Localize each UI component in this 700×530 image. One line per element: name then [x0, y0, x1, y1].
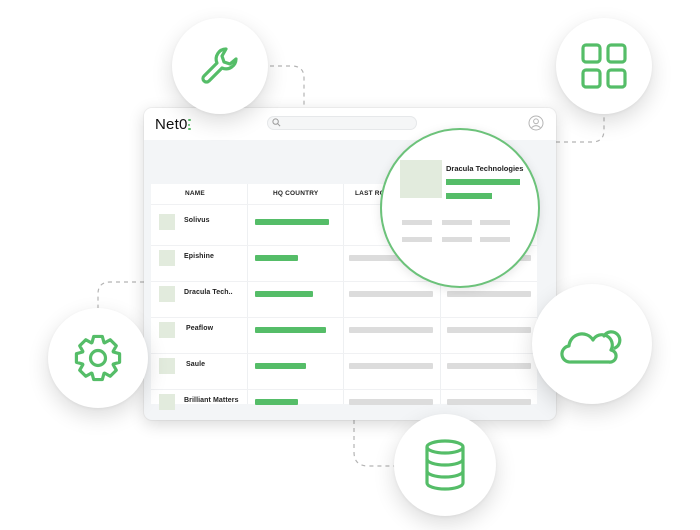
placeholder-bar [349, 327, 433, 333]
company-logo-placeholder [159, 358, 175, 374]
database-circle[interactable] [394, 414, 496, 516]
cloud-icon [560, 330, 622, 364]
hq-country-bar [255, 327, 326, 333]
column-header-hq-country[interactable]: HQ COUNTRY [273, 190, 318, 197]
company-name[interactable]: Brilliant Matters [184, 397, 239, 404]
company-logo-placeholder [159, 322, 175, 338]
search-icon [272, 118, 281, 127]
placeholder-bar [349, 363, 433, 369]
magnified-gray-bar [442, 237, 472, 242]
placeholder-bar [447, 363, 531, 369]
user-icon[interactable] [528, 115, 544, 131]
hq-country-bar [255, 399, 298, 405]
company-logo-placeholder [159, 394, 175, 410]
table-row[interactable]: Brilliant Matters [151, 390, 537, 420]
magnifier-callout: Dracula Technologies [380, 128, 540, 288]
placeholder-bar [447, 291, 531, 297]
company-name[interactable]: Saule [186, 361, 205, 368]
company-logo-placeholder [159, 286, 175, 302]
magnified-green-bar [446, 193, 492, 199]
hq-country-bar [255, 219, 329, 225]
placeholder-bar [349, 291, 433, 297]
table-row[interactable]: Saule [151, 354, 537, 390]
settings-circle[interactable] [48, 308, 148, 408]
company-name[interactable]: Epishine [184, 253, 214, 260]
gear-icon [74, 334, 122, 382]
app-logo[interactable]: Net0 [155, 116, 188, 133]
database-icon [425, 439, 465, 491]
placeholder-bar [447, 327, 531, 333]
magnified-company-name: Dracula Technologies [446, 164, 524, 173]
hq-country-bar [255, 291, 313, 297]
magnified-gray-bar [442, 220, 472, 225]
wrench-icon [201, 47, 238, 84]
logo-mark [188, 119, 191, 130]
company-name[interactable]: Peaflow [186, 325, 213, 332]
hq-country-bar [255, 363, 306, 369]
company-name[interactable]: Dracula Tech.. [184, 289, 233, 296]
company-logo-placeholder [159, 250, 175, 266]
placeholder-bar [349, 399, 433, 405]
cloud-circle[interactable] [532, 284, 652, 404]
magnified-gray-bar [480, 220, 510, 225]
hq-country-bar [255, 255, 298, 261]
company-name[interactable]: Solivus [184, 217, 210, 224]
magnified-green-bar [446, 179, 520, 185]
table-row[interactable]: Peaflow [151, 318, 537, 354]
search-input[interactable] [267, 116, 417, 130]
placeholder-bar [447, 399, 531, 405]
company-logo-placeholder [400, 160, 442, 198]
column-header-name[interactable]: NAME [185, 190, 205, 197]
magnified-gray-bar [480, 237, 510, 242]
grid-circle[interactable] [556, 18, 652, 114]
magnified-gray-bar [402, 237, 432, 242]
company-logo-placeholder [159, 214, 175, 230]
magnified-gray-bar [402, 220, 432, 225]
wrench-circle[interactable] [172, 18, 268, 114]
table-row[interactable]: Dracula Tech.. [151, 282, 537, 318]
grid-icon [581, 43, 627, 89]
